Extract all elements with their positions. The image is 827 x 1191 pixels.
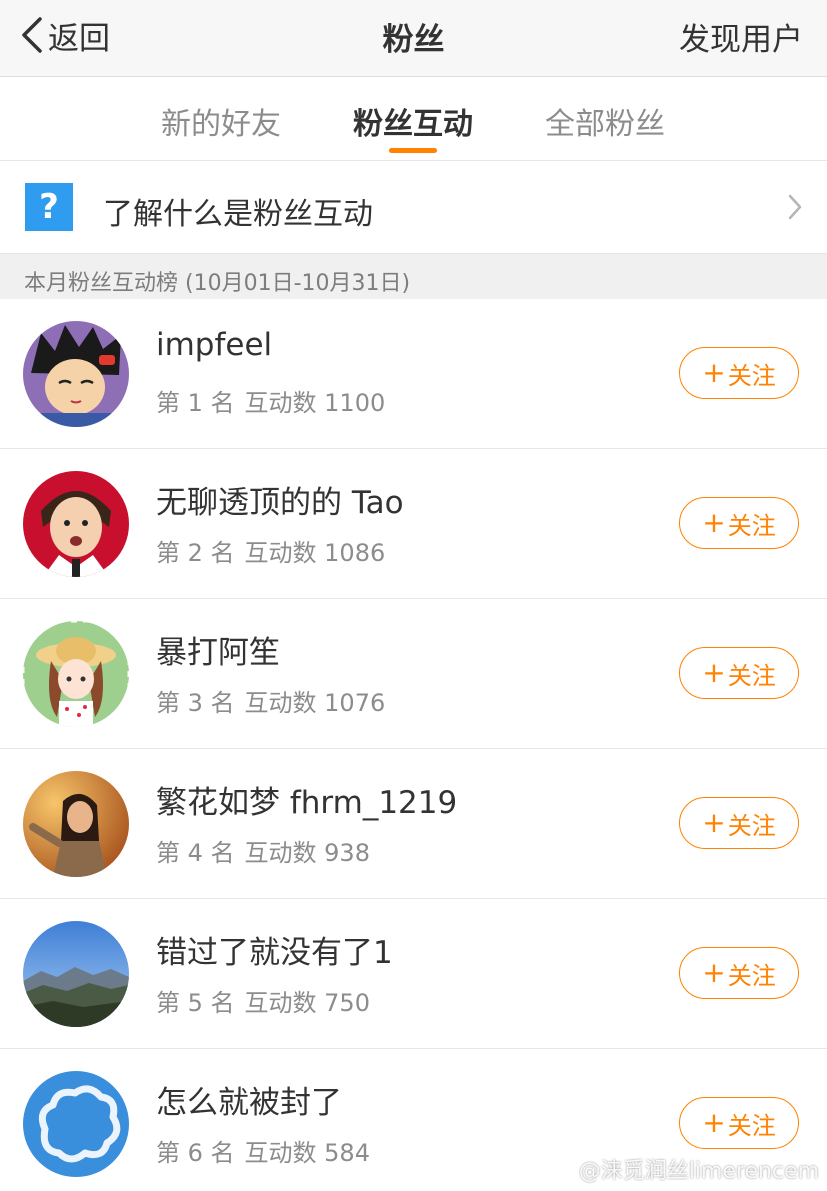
avatar[interactable] xyxy=(23,771,129,877)
list-item[interactable]: impfeel 第 1 名互动数 1100 + 关注 xyxy=(0,299,827,449)
fan-interaction-count: 互动数 584 xyxy=(244,1139,370,1167)
avatar[interactable] xyxy=(23,921,129,1027)
avatar[interactable] xyxy=(23,321,129,427)
plus-icon: + xyxy=(702,506,726,539)
fan-interaction-count: 互动数 750 xyxy=(244,989,370,1017)
avatar[interactable] xyxy=(23,471,129,577)
follow-button[interactable]: + 关注 xyxy=(679,1097,799,1149)
follow-button-label: 关注 xyxy=(727,1111,776,1140)
follow-button[interactable]: + 关注 xyxy=(679,497,799,549)
follow-button[interactable]: + 关注 xyxy=(679,647,799,699)
fan-name[interactable]: 错过了就没有了1 xyxy=(156,927,393,972)
fan-interaction-count: 互动数 1100 xyxy=(244,389,386,417)
fan-name[interactable]: 繁花如梦 fhrm_1219 xyxy=(156,777,457,822)
list-item[interactable]: 暴打阿笙 第 3 名互动数 1076 + 关注 xyxy=(0,599,827,749)
follow-button[interactable]: + 关注 xyxy=(679,797,799,849)
fan-rank: 第 6 名 xyxy=(156,1139,235,1167)
follow-button-label: 关注 xyxy=(727,811,776,840)
follow-button-label: 关注 xyxy=(727,661,776,690)
watermark: @涞觅润丝limerencem xyxy=(578,1159,819,1184)
plus-icon: + xyxy=(702,656,726,689)
active-tab-indicator xyxy=(389,148,437,153)
info-link-label: 了解什么是粉丝互动 xyxy=(103,197,373,232)
fan-stats: 第 3 名互动数 1076 xyxy=(156,683,385,718)
fan-name[interactable]: 无聊透顶的的 Tao xyxy=(156,477,404,522)
list-item[interactable]: 错过了就没有了1 第 5 名互动数 750 + 关注 xyxy=(0,899,827,1049)
fan-name[interactable]: 暴打阿笙 xyxy=(156,627,280,672)
fan-interaction-count: 互动数 1076 xyxy=(244,689,386,717)
back-button[interactable]: 返回 xyxy=(18,12,110,58)
fan-stats: 第 6 名互动数 584 xyxy=(156,1133,370,1168)
follow-button[interactable]: + 关注 xyxy=(679,347,799,399)
fan-interaction-info-link[interactable]: ? 了解什么是粉丝互动 xyxy=(0,161,827,254)
follow-button[interactable]: + 关注 xyxy=(679,947,799,999)
follow-button-label: 关注 xyxy=(727,511,776,540)
discover-users-button[interactable]: 发现用户 xyxy=(679,14,803,59)
tab-new-friends[interactable]: 新的好友 xyxy=(161,99,281,143)
list-item[interactable]: 无聊透顶的的 Tao 第 2 名互动数 1086 + 关注 xyxy=(0,449,827,599)
avatar[interactable] xyxy=(23,1071,129,1177)
monthly-ranking-label: 本月粉丝互动榜 (10月01日-10月31日) xyxy=(24,271,411,296)
tab-all-fans[interactable]: 全部粉丝 xyxy=(545,99,665,143)
fan-interaction-count: 互动数 938 xyxy=(244,839,370,867)
fan-name[interactable]: impfeel xyxy=(156,327,272,363)
chevron-left-icon xyxy=(22,17,42,53)
follow-button-label: 关注 xyxy=(727,961,776,990)
tab-bar: 新的好友 粉丝互动 全部粉丝 xyxy=(0,77,827,161)
follow-button-label: 关注 xyxy=(727,361,776,390)
plus-icon: + xyxy=(702,956,726,989)
fan-rank: 第 5 名 xyxy=(156,989,235,1017)
plus-icon: + xyxy=(702,356,726,389)
fan-name[interactable]: 怎么就被封了 xyxy=(156,1077,342,1122)
fan-ranking-list: impfeel 第 1 名互动数 1100 + 关注 无聊透顶的的 Tao 第 2… xyxy=(0,299,827,1191)
chevron-right-icon xyxy=(788,194,802,220)
fan-rank: 第 1 名 xyxy=(156,389,235,417)
fan-stats: 第 1 名互动数 1100 xyxy=(156,383,385,418)
avatar[interactable] xyxy=(23,621,129,727)
fan-interaction-count: 互动数 1086 xyxy=(244,539,386,567)
plus-icon: + xyxy=(702,806,726,839)
plus-icon: + xyxy=(702,1106,726,1139)
fan-stats: 第 2 名互动数 1086 xyxy=(156,533,385,568)
monthly-ranking-header: 本月粉丝互动榜 (10月01日-10月31日) xyxy=(0,254,827,299)
fan-stats: 第 4 名互动数 938 xyxy=(156,833,370,868)
fan-rank: 第 4 名 xyxy=(156,839,235,867)
fan-rank: 第 3 名 xyxy=(156,689,235,717)
fan-rank: 第 2 名 xyxy=(156,539,235,567)
question-icon: ? xyxy=(25,183,73,231)
navigation-bar: 返回 粉丝 发现用户 xyxy=(0,0,827,77)
fan-stats: 第 5 名互动数 750 xyxy=(156,983,370,1018)
tab-fan-interaction[interactable]: 粉丝互动 xyxy=(353,99,473,143)
back-label: 返回 xyxy=(48,20,110,57)
list-item[interactable]: 繁花如梦 fhrm_1219 第 4 名互动数 938 + 关注 xyxy=(0,749,827,899)
